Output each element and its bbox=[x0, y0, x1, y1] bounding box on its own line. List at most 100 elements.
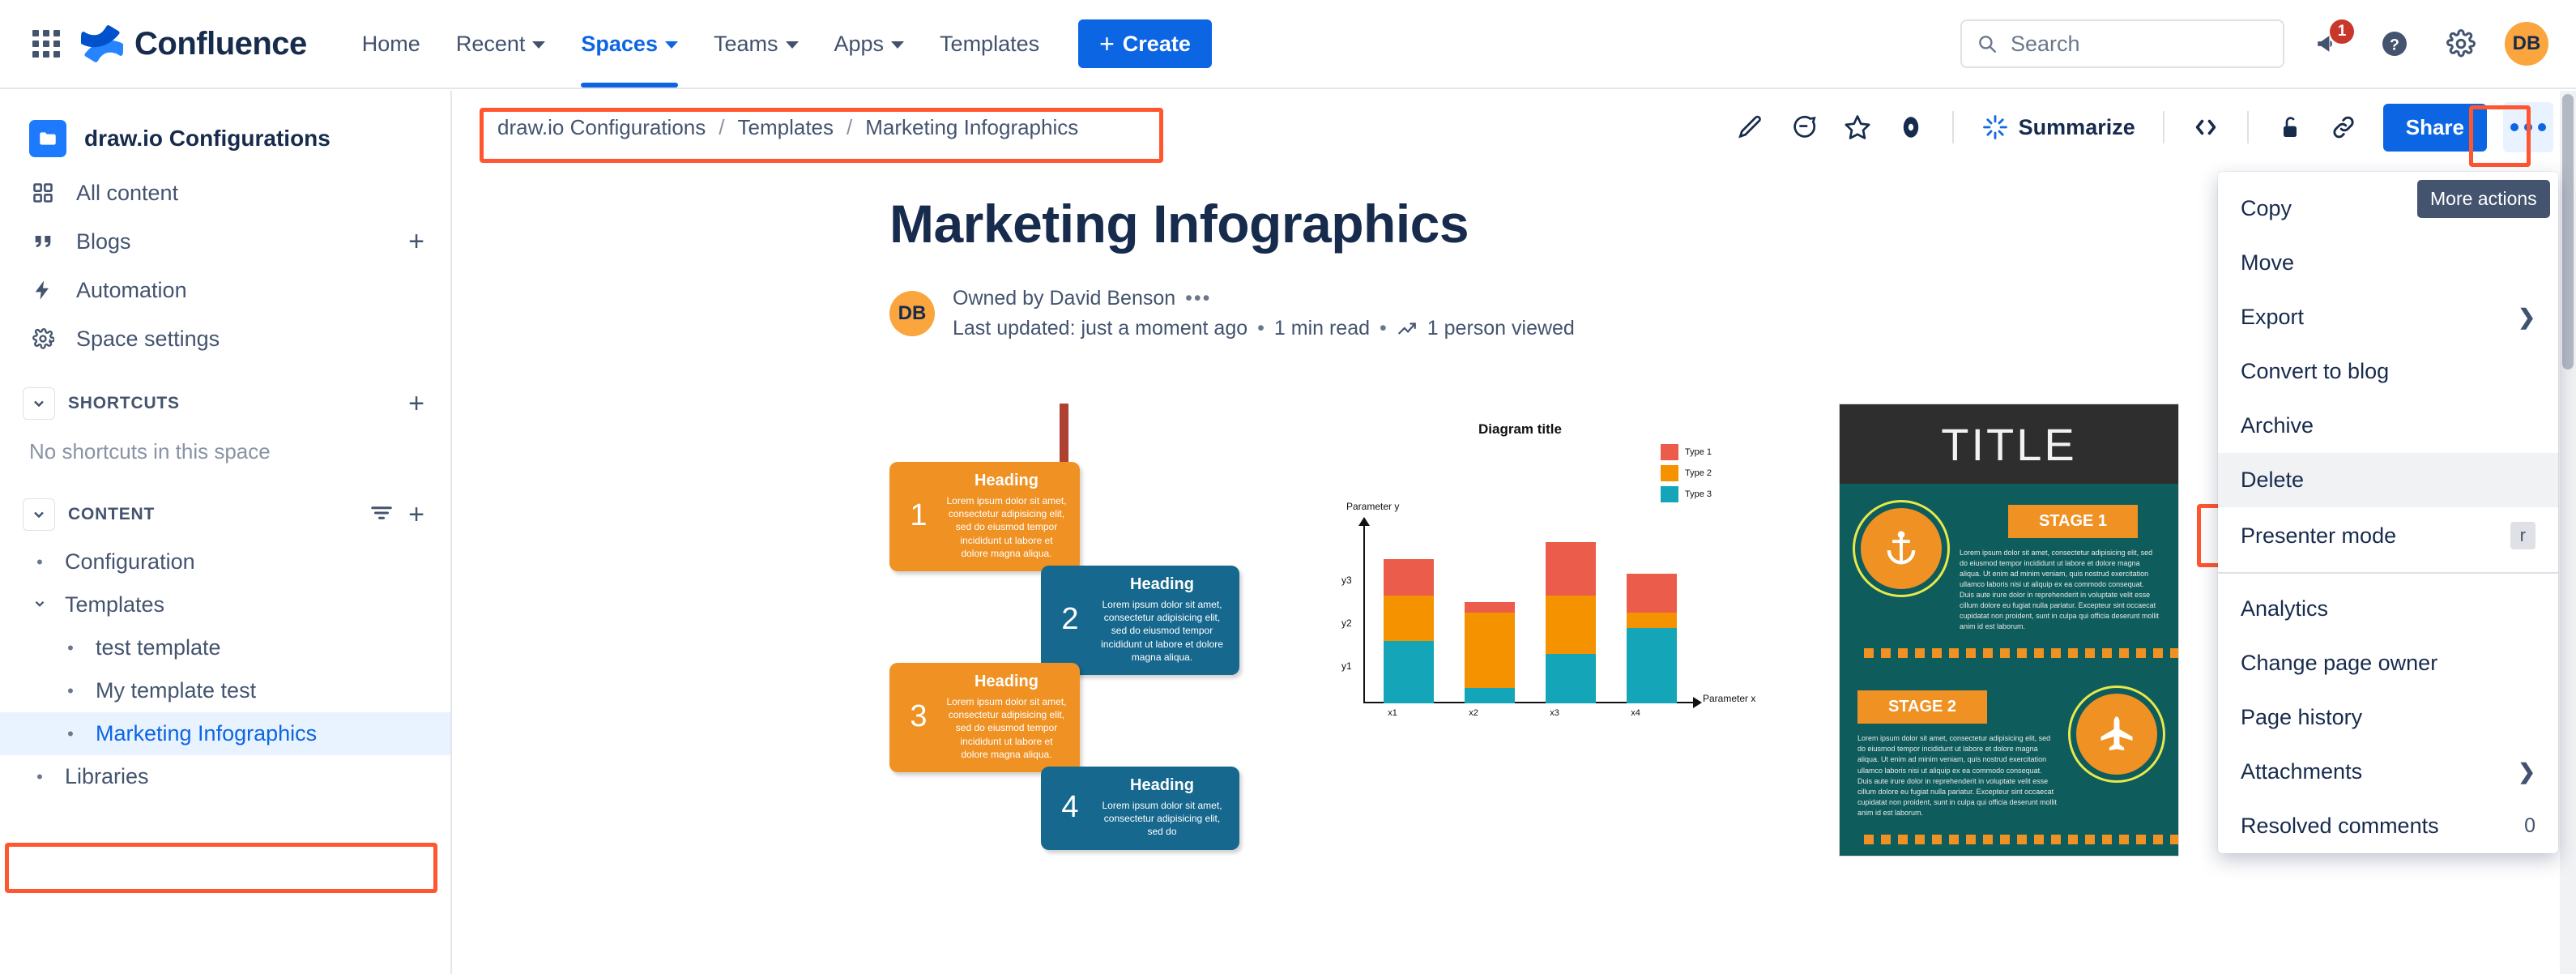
step-heading: Heading bbox=[975, 472, 1039, 489]
global-nav-actions: Search 1 ? DB bbox=[1960, 19, 2548, 68]
nav-recent-label: Recent bbox=[455, 31, 526, 56]
tree-item-label: My template test bbox=[96, 678, 257, 703]
star-button[interactable] bbox=[1832, 102, 1883, 152]
segment-type2 bbox=[1546, 596, 1596, 654]
nav-apps[interactable]: Apps bbox=[817, 22, 923, 66]
add-content-button[interactable]: + bbox=[408, 501, 424, 528]
copy-link-button[interactable] bbox=[2318, 102, 2369, 152]
space-avatar-icon bbox=[29, 120, 66, 157]
menu-item-analytics[interactable]: Analytics bbox=[2218, 582, 2558, 636]
help-button[interactable]: ? bbox=[2372, 21, 2417, 66]
step-number: 1 bbox=[910, 498, 928, 532]
menu-item-label: Delete bbox=[2241, 468, 2305, 492]
tree-item-configuration[interactable]: • Configuration bbox=[0, 540, 450, 583]
summarize-button[interactable]: Summarize bbox=[1970, 104, 2147, 151]
comment-button[interactable] bbox=[1779, 102, 1829, 152]
nav-templates-label: Templates bbox=[940, 31, 1040, 56]
add-shortcut-button[interactable]: + bbox=[408, 390, 424, 417]
breadcrumb-separator: / bbox=[719, 114, 725, 139]
nav-recent[interactable]: Recent bbox=[438, 22, 564, 66]
help-icon: ? bbox=[2382, 32, 2407, 56]
y-axis-line bbox=[1363, 523, 1365, 703]
toolbar-divider bbox=[2246, 111, 2249, 143]
nav-spaces[interactable]: Spaces bbox=[563, 22, 696, 88]
nav-home[interactable]: Home bbox=[344, 22, 438, 66]
scrollbar-thumb[interactable] bbox=[2562, 94, 2574, 370]
timeline-step-4: 4 Heading Lorem ipsum dolor sit amet, co… bbox=[1041, 767, 1239, 850]
breadcrumb-space[interactable]: draw.io Configurations bbox=[497, 115, 706, 140]
tree-item-label: test template bbox=[96, 635, 221, 660]
code-icon bbox=[2195, 119, 2216, 135]
shortcuts-collapse-toggle[interactable] bbox=[23, 387, 55, 420]
filter-icon[interactable] bbox=[369, 501, 394, 529]
space-header[interactable]: draw.io Configurations bbox=[0, 109, 450, 169]
menu-item-page-history[interactable]: Page history bbox=[2218, 690, 2558, 745]
tree-item-my-template-test[interactable]: • My template test bbox=[0, 669, 450, 712]
confluence-mark-icon bbox=[81, 25, 123, 62]
x-tick-label: x4 bbox=[1631, 708, 1640, 718]
watch-button[interactable] bbox=[1886, 102, 1936, 152]
tree-item-marketing-infographics[interactable]: • Marketing Infographics bbox=[0, 712, 450, 755]
stage-poster-infographic[interactable]: TITLE STAGE 1 Lorem ipsum dolor sit amet… bbox=[1839, 404, 2179, 857]
page-scrollbar[interactable] bbox=[2560, 91, 2576, 974]
menu-item-convert-to-blog[interactable]: Convert to blog bbox=[2218, 344, 2558, 399]
menu-item-delete[interactable]: Delete bbox=[2218, 453, 2558, 507]
menu-item-move[interactable]: Move bbox=[2218, 236, 2558, 290]
breadcrumb-separator: / bbox=[847, 114, 853, 139]
view-source-button[interactable] bbox=[2181, 102, 2231, 152]
app-switcher-icon[interactable] bbox=[28, 25, 65, 62]
menu-item-label: Attachments bbox=[2241, 759, 2363, 784]
menu-item-change-page-owner[interactable]: Change page owner bbox=[2218, 636, 2558, 690]
chart-legend: Type 1 Type 2 Type 3 bbox=[1661, 444, 1712, 502]
content-section-header: CONTENT + bbox=[0, 489, 450, 540]
sidebar-item-all-content[interactable]: All content bbox=[0, 169, 450, 217]
breadcrumb-current[interactable]: Marketing Infographics bbox=[865, 115, 1078, 140]
x-tick-label: x2 bbox=[1469, 708, 1478, 718]
keyboard-shortcut: r bbox=[2510, 522, 2535, 549]
user-avatar[interactable]: DB bbox=[2505, 22, 2548, 66]
breadcrumb-templates[interactable]: Templates bbox=[738, 115, 834, 140]
add-blog-button[interactable]: + bbox=[408, 228, 424, 255]
notifications-button[interactable]: 1 bbox=[2305, 19, 2354, 66]
sidebar-item-automation[interactable]: Automation bbox=[0, 266, 450, 314]
search-input[interactable]: Search bbox=[1960, 19, 2284, 68]
menu-item-archive[interactable]: Archive bbox=[2218, 399, 2558, 453]
star-icon bbox=[1845, 115, 1870, 139]
stacked-bar-chart[interactable]: Diagram title Type 1 Type 2 Type 3 Param… bbox=[1337, 404, 1790, 825]
step-heading: Heading bbox=[1130, 776, 1194, 794]
menu-item-presenter-mode[interactable]: Presenter mode r bbox=[2218, 507, 2558, 564]
step-heading: Heading bbox=[1130, 575, 1194, 593]
settings-button[interactable] bbox=[2438, 21, 2484, 66]
segment-type1 bbox=[1627, 574, 1677, 613]
owner-avatar[interactable]: DB bbox=[889, 291, 935, 336]
more-actions-button[interactable] bbox=[2503, 102, 2553, 152]
segment-type1 bbox=[1546, 542, 1596, 596]
menu-item-attachments[interactable]: Attachments ❯ bbox=[2218, 745, 2558, 799]
nav-spaces-label: Spaces bbox=[581, 31, 658, 56]
restrictions-button[interactable] bbox=[2265, 102, 2315, 152]
tree-item-test-template[interactable]: • test template bbox=[0, 626, 450, 669]
nav-teams[interactable]: Teams bbox=[696, 22, 817, 66]
stage-chip: STAGE 1 bbox=[2008, 505, 2138, 538]
menu-item-label: Presenter mode bbox=[2241, 523, 2397, 548]
sidebar-item-space-settings[interactable]: Space settings bbox=[0, 314, 450, 363]
menu-item-resolved-comments[interactable]: Resolved comments 0 bbox=[2218, 799, 2558, 853]
content-collapse-toggle[interactable] bbox=[23, 498, 55, 531]
confluence-logo[interactable]: Confluence bbox=[81, 23, 307, 65]
tree-item-templates[interactable]: Templates bbox=[0, 583, 450, 626]
bar-x1 bbox=[1384, 559, 1434, 703]
menu-item-export[interactable]: Export ❯ bbox=[2218, 290, 2558, 344]
create-button[interactable]: + Create bbox=[1078, 19, 1212, 68]
step-number: 3 bbox=[910, 698, 928, 733]
share-button[interactable]: Share bbox=[2382, 103, 2487, 152]
more-actions-menu: Copy Move Export ❯ Convert to blog Archi… bbox=[2218, 172, 2558, 853]
nav-templates[interactable]: Templates bbox=[922, 22, 1057, 66]
legend-swatch bbox=[1661, 486, 1678, 502]
byline-more-icon[interactable]: ••• bbox=[1185, 287, 1211, 310]
timeline-infographic[interactable]: 1 Heading Lorem ipsum dolor sit amet, co… bbox=[859, 404, 1264, 850]
sidebar-item-blogs[interactable]: Blogs + bbox=[0, 217, 450, 266]
tree-item-libraries[interactable]: • Libraries bbox=[0, 755, 450, 798]
chevron-down-icon[interactable] bbox=[29, 595, 50, 616]
edit-button[interactable] bbox=[1725, 102, 1776, 152]
unlock-icon bbox=[2283, 117, 2297, 137]
